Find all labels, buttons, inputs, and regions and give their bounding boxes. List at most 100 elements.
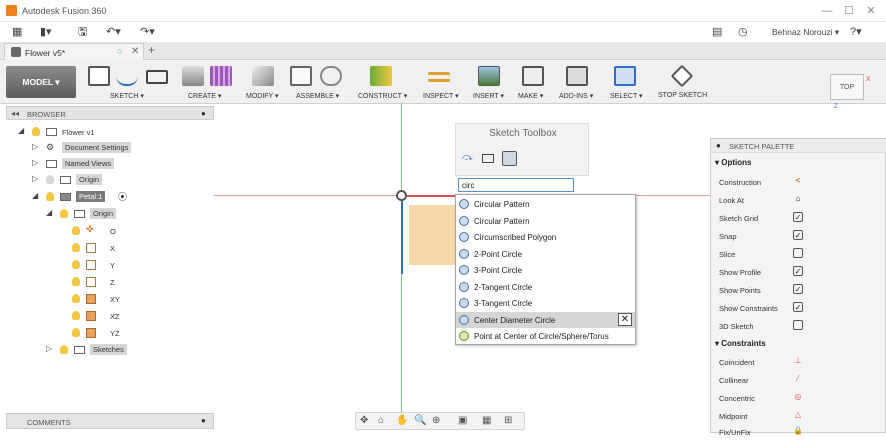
palette-row-3d-sketch[interactable]: 3D Sketch: [711, 317, 886, 335]
sketch-line-vertical[interactable]: [401, 196, 403, 274]
redo-button[interactable]: ↷▾: [140, 25, 155, 39]
construction-icon[interactable]: <: [793, 176, 803, 186]
add-ins-group-label[interactable]: ADD-INS ▾: [559, 92, 593, 100]
concentric-icon[interactable]: ◎: [793, 392, 803, 402]
constraints-section-header[interactable]: ▾ Constraints: [715, 339, 766, 348]
3d-sketch-checkbox[interactable]: [793, 320, 803, 330]
visibility-bulb-icon[interactable]: [72, 311, 80, 320]
tree-row-xy-plane[interactable]: XY: [6, 291, 214, 307]
expand-toggle-icon[interactable]: ◢: [46, 208, 52, 217]
sketch-group-label[interactable]: SKETCH ▾: [110, 92, 144, 100]
palette-row-collinear[interactable]: Collinear ⁄: [711, 371, 886, 389]
visibility-bulb-icon[interactable]: [72, 226, 80, 235]
construct-group-label[interactable]: CONSTRUCT ▾: [358, 92, 407, 100]
activate-radio-icon[interactable]: ⦿: [118, 190, 127, 203]
palette-row-look-at[interactable]: Look At ⌂: [711, 191, 886, 209]
palette-row-fix-unfix[interactable]: Fix/UnFix 🔒: [711, 423, 886, 441]
expand-toggle-icon[interactable]: ▷: [32, 158, 38, 167]
assemble-group-label[interactable]: ASSEMBLE ▾: [296, 92, 339, 100]
pan-icon[interactable]: ✋: [396, 415, 408, 426]
close-tab-icon[interactable]: ✕: [131, 46, 139, 57]
circle-tool-icon[interactable]: [502, 151, 517, 166]
tree-row-yz-plane[interactable]: YZ: [6, 325, 214, 341]
search-result-item[interactable]: 3-Tangent Circle: [456, 295, 635, 312]
grid-settings-icon[interactable]: ▦: [482, 415, 491, 426]
search-result-item[interactable]: 3-Point Circle: [456, 262, 635, 279]
visibility-bulb-icon[interactable]: [72, 243, 80, 252]
look-at-icon[interactable]: ⌂: [378, 415, 384, 426]
new-tab-button[interactable]: +: [148, 43, 155, 57]
project-icon[interactable]: [116, 66, 138, 86]
user-menu[interactable]: Behnaz Norouzi ▾: [772, 27, 839, 38]
minimize-button[interactable]: —: [820, 4, 834, 18]
make-group-label[interactable]: MAKE ▾: [518, 92, 543, 100]
select-group-label[interactable]: SELECT ▾: [610, 92, 643, 100]
create-group-label[interactable]: CREATE ▾: [188, 92, 221, 100]
scripts-icon[interactable]: [566, 66, 588, 86]
show-profile-checkbox[interactable]: ✓: [793, 266, 803, 276]
fit-icon[interactable]: ⊕: [432, 415, 440, 426]
display-settings-icon[interactable]: ▣: [458, 415, 467, 426]
visibility-bulb-icon[interactable]: [72, 294, 80, 303]
modify-group-label[interactable]: MODIFY ▾: [246, 92, 279, 100]
search-result-item-selected[interactable]: Center Diameter Circle ✕: [456, 311, 635, 328]
comments-panel[interactable]: COMMENTS ●: [6, 413, 214, 429]
tree-row-xz-plane[interactable]: XZ: [6, 308, 214, 324]
snap-checkbox[interactable]: ✓: [793, 230, 803, 240]
tree-root-row[interactable]: ◢ Flower v1: [6, 124, 214, 140]
measure-icon[interactable]: [428, 72, 450, 82]
fix-unfix-icon[interactable]: 🔒: [793, 426, 803, 436]
project-tool-icon[interactable]: ⤼: [462, 152, 473, 163]
visibility-bulb-icon[interactable]: [72, 328, 80, 337]
view-cube[interactable]: TOP X Z: [822, 66, 876, 110]
palette-pin-icon[interactable]: ●: [716, 141, 721, 150]
search-result-item[interactable]: 2-Tangent Circle: [456, 279, 635, 296]
viewports-icon[interactable]: ⊞: [504, 415, 512, 426]
insert-group-label[interactable]: INSERT ▾: [473, 92, 504, 100]
midpoint-icon[interactable]: △: [793, 410, 803, 420]
palette-row-sketch-grid[interactable]: Sketch Grid ✓: [711, 209, 886, 227]
visibility-bulb-icon[interactable]: [46, 192, 54, 201]
palette-row-concentric[interactable]: Concentric ◎: [711, 389, 886, 407]
visibility-bulb-icon[interactable]: [72, 277, 80, 286]
tree-row-origin[interactable]: ▷ Origin: [6, 172, 214, 188]
document-tab[interactable]: Flower v5* ○ ✕: [4, 43, 144, 60]
maximize-button[interactable]: ☐: [842, 4, 856, 18]
comments-pin-icon[interactable]: ●: [201, 416, 206, 425]
tree-row-named-views[interactable]: ▷ Named Views: [6, 156, 214, 172]
palette-row-show-profile[interactable]: Show Profile ✓: [711, 263, 886, 281]
palette-row-show-points[interactable]: Show Points ✓: [711, 281, 886, 299]
workspace-switcher[interactable]: MODEL ▾: [6, 66, 76, 98]
palette-row-snap[interactable]: Snap ✓: [711, 227, 886, 245]
sketch-line-horizontal[interactable]: [403, 195, 455, 197]
close-window-button[interactable]: ✕: [864, 4, 878, 18]
expand-toggle-icon[interactable]: ◢: [32, 191, 38, 200]
tree-row-petal[interactable]: ◢ Petal:1 ⦿: [6, 189, 214, 205]
sketch-palette-header[interactable]: ● SKETCH PALETTE: [711, 139, 886, 153]
tree-row-x-axis[interactable]: X: [6, 240, 214, 256]
offset-plane-icon[interactable]: [370, 66, 392, 86]
pattern-icon[interactable]: [210, 66, 232, 86]
expand-toggle-icon[interactable]: ▷: [46, 344, 52, 353]
tree-row-document-settings[interactable]: ▷ ⚙ Document Settings: [6, 140, 214, 156]
browser-header[interactable]: ◂◂ BROWSER ●: [6, 106, 214, 120]
options-section-header[interactable]: ▾ Options: [715, 158, 751, 167]
insert-image-icon[interactable]: [478, 66, 500, 86]
expand-toggle-icon[interactable]: ▷: [32, 142, 38, 151]
joint-icon[interactable]: [320, 66, 342, 86]
palette-row-coincident[interactable]: Coincident ⊥: [711, 353, 886, 371]
3d-print-icon[interactable]: [522, 66, 544, 86]
save-button[interactable]: 🖫: [78, 25, 87, 39]
tree-row-z-axis[interactable]: Z: [6, 274, 214, 290]
palette-row-slice[interactable]: Slice: [711, 245, 886, 263]
job-status-icon[interactable]: ▤: [712, 25, 722, 39]
view-cube-top-face[interactable]: TOP: [830, 74, 864, 100]
clock-icon[interactable]: ◷: [738, 25, 748, 39]
orbit-icon[interactable]: ✥: [360, 415, 368, 426]
sketch-profile-face[interactable]: [409, 205, 455, 265]
search-result-item[interactable]: Circular Pattern: [456, 196, 635, 213]
inspect-group-label[interactable]: INSPECT ▾: [423, 92, 459, 100]
tree-row-petal-origin[interactable]: ◢ Origin: [6, 206, 214, 222]
show-points-checkbox[interactable]: ✓: [793, 284, 803, 294]
browser-pin-icon[interactable]: ●: [201, 109, 206, 118]
